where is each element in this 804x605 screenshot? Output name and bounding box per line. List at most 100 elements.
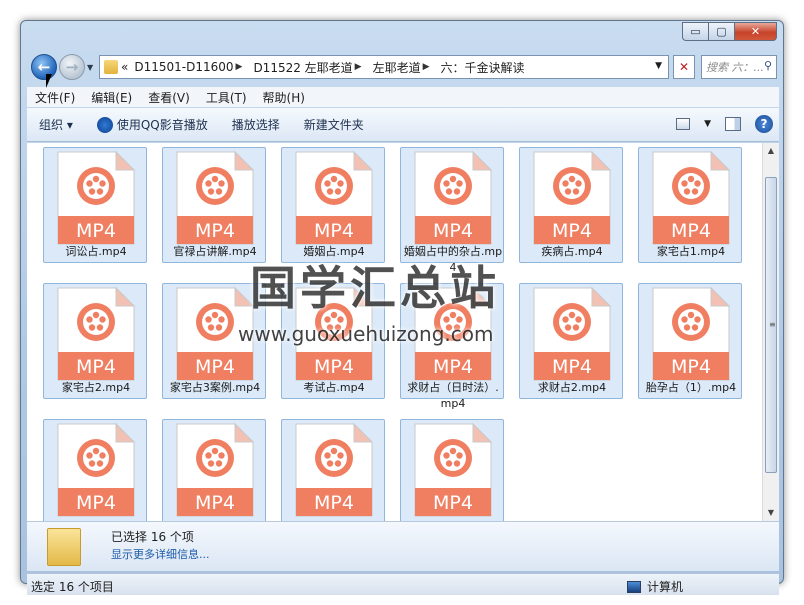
file-name: 胎孕占（1）.mp4 (645, 381, 737, 394)
scroll-thumb[interactable]: ≡ (765, 177, 777, 473)
file-type-badge: MP4 (671, 356, 711, 378)
selection-count: 已选择 16 个项 (111, 530, 194, 544)
file-name: 考试占.mp4 (303, 381, 365, 394)
video-file-icon: MP4 (57, 422, 136, 517)
menu-bar: 文件(F) 编辑(E) 查看(V) 工具(T) 帮助(H) (27, 87, 779, 107)
chevron-right-icon[interactable]: ▶ (355, 62, 362, 72)
file-type-badge: MP4 (76, 492, 116, 514)
video-file-icon: MP4 (652, 286, 731, 381)
file-name: 家宅占2.mp4 (61, 381, 131, 394)
file-type-badge: MP4 (433, 356, 473, 378)
file-item[interactable]: MP4 胎孕占（1）.mp4 (638, 283, 742, 399)
file-item[interactable]: MP4 词讼占.mp4 (43, 147, 147, 263)
play-selection-button[interactable]: 播放选择 (220, 116, 292, 133)
file-type-badge: MP4 (314, 356, 354, 378)
menu-edit[interactable]: 编辑(E) (83, 89, 140, 106)
file-type-badge: MP4 (76, 356, 116, 378)
file-item[interactable]: MP4 (400, 419, 504, 521)
menu-view[interactable]: 查看(V) (140, 89, 198, 106)
file-item[interactable]: MP4 家宅占2.mp4 (43, 283, 147, 399)
file-name: 词讼占.mp4 (65, 245, 127, 258)
file-type-badge: MP4 (195, 356, 235, 378)
breadcrumb-item[interactable]: D11522 左耶老道 ▶ (250, 59, 369, 76)
details-pane: 已选择 16 个项 显示更多详细信息... (27, 521, 779, 571)
file-item[interactable]: MP4 (162, 419, 266, 521)
file-type-badge: MP4 (195, 220, 235, 242)
video-file-icon: MP4 (57, 150, 136, 245)
vertical-scrollbar[interactable]: ▲ ≡ ▼ (762, 143, 779, 521)
video-file-icon: MP4 (414, 150, 493, 245)
video-file-icon: MP4 (295, 150, 374, 245)
breadcrumb-item[interactable]: 六：千金诀解读 (438, 59, 528, 76)
video-file-icon: MP4 (533, 286, 612, 381)
breadcrumb-item[interactable]: D11501-D11600 ▶ (131, 60, 250, 74)
file-type-badge: MP4 (552, 356, 592, 378)
minimize-button[interactable]: ▭ (682, 22, 708, 41)
file-item[interactable]: MP4 婚姻占.mp4 (281, 147, 385, 263)
file-item[interactable]: MP4 家宅占1.mp4 (638, 147, 742, 263)
file-type-badge: MP4 (195, 492, 235, 514)
play-with-qq-button[interactable]: 使用QQ影音播放 (85, 116, 220, 133)
back-button[interactable]: ← (31, 54, 57, 80)
file-type-badge: MP4 (433, 492, 473, 514)
forward-button[interactable]: → (59, 54, 85, 80)
file-type-badge: MP4 (314, 220, 354, 242)
menu-tools[interactable]: 工具(T) (198, 89, 255, 106)
file-name: 求财占2.mp4 (537, 381, 607, 394)
selection-folder-icon (47, 528, 81, 566)
window-controls: ▭ ▢ ✕ (682, 22, 777, 41)
file-type-badge: MP4 (671, 220, 711, 242)
address-dropdown-icon[interactable]: ▼ (655, 61, 662, 71)
address-overflow[interactable]: « (118, 60, 131, 74)
qq-player-icon (96, 116, 113, 133)
scroll-up-arrow[interactable]: ▲ (763, 143, 779, 159)
status-selected-count: 选定 16 个项目 (31, 580, 114, 594)
mouse-cursor-icon (46, 74, 52, 88)
change-view-icon[interactable] (676, 118, 691, 130)
video-file-icon: MP4 (533, 150, 612, 245)
file-item[interactable]: MP4 疾病占.mp4 (519, 147, 623, 263)
chevron-right-icon[interactable]: ▶ (423, 62, 430, 72)
stop-button[interactable]: ✕ (673, 55, 695, 79)
file-item[interactable]: MP4 (43, 419, 147, 521)
video-file-icon: MP4 (176, 422, 255, 517)
file-type-badge: MP4 (314, 492, 354, 514)
file-type-badge: MP4 (433, 220, 473, 242)
status-location: 计算机 (627, 578, 683, 595)
scroll-down-arrow[interactable]: ▼ (763, 505, 779, 521)
breadcrumb-item[interactable]: 左耶老道 ▶ (370, 59, 438, 76)
search-icon[interactable]: ⚲ (764, 59, 772, 72)
organize-button[interactable]: 组织 ▾ (27, 116, 85, 133)
file-type-badge: MP4 (76, 220, 116, 242)
file-item[interactable]: MP4 (281, 419, 385, 521)
status-bar: 选定 16 个项目 计算机 (27, 573, 779, 595)
menu-file[interactable]: 文件(F) (27, 89, 83, 106)
menu-help[interactable]: 帮助(H) (255, 89, 313, 106)
show-more-details-link[interactable]: 显示更多详细信息... (111, 546, 210, 562)
command-bar-right: ▼ ? (676, 115, 773, 133)
video-file-icon: MP4 (295, 422, 374, 517)
file-item[interactable]: MP4 婚姻占中的杂占.mp4 (400, 147, 504, 274)
command-bar: 组织 ▾ 使用QQ影音播放 播放选择 新建文件夹 ▼ ? (27, 108, 779, 142)
help-icon[interactable]: ? (755, 115, 773, 133)
navigation-bar: ← → ▼ « D11501-D11600 ▶ D11522 左耶老道 ▶ 左耶老道… (29, 53, 779, 83)
close-button[interactable]: ✕ (734, 22, 777, 41)
address-bar[interactable]: « D11501-D11600 ▶ D11522 左耶老道 ▶ 左耶老道 ▶ 六：千金… (99, 55, 669, 79)
file-type-badge: MP4 (552, 220, 592, 242)
search-input[interactable]: 搜索 六：... ⚲ (701, 55, 777, 79)
file-name: 求财占（日时法）.mp4 (407, 381, 499, 410)
file-item[interactable]: MP4 求财占2.mp4 (519, 283, 623, 399)
file-item[interactable]: MP4 官禄占讲解.mp4 (162, 147, 266, 263)
new-folder-button[interactable]: 新建文件夹 (292, 116, 376, 133)
chevron-right-icon[interactable]: ▶ (236, 62, 243, 72)
video-file-icon: MP4 (414, 422, 493, 517)
view-dropdown-icon[interactable]: ▼ (704, 119, 711, 129)
preview-pane-icon[interactable] (725, 117, 741, 131)
video-file-icon: MP4 (176, 150, 255, 245)
watermark-url: www.guoxuehuizong.com (238, 322, 494, 346)
file-name: 家宅占1.mp4 (656, 245, 726, 258)
search-placeholder: 搜索 六：... (706, 61, 764, 74)
recent-pages-dropdown[interactable]: ▼ (87, 63, 93, 72)
folder-icon (104, 60, 118, 74)
maximize-button[interactable]: ▢ (708, 22, 734, 41)
